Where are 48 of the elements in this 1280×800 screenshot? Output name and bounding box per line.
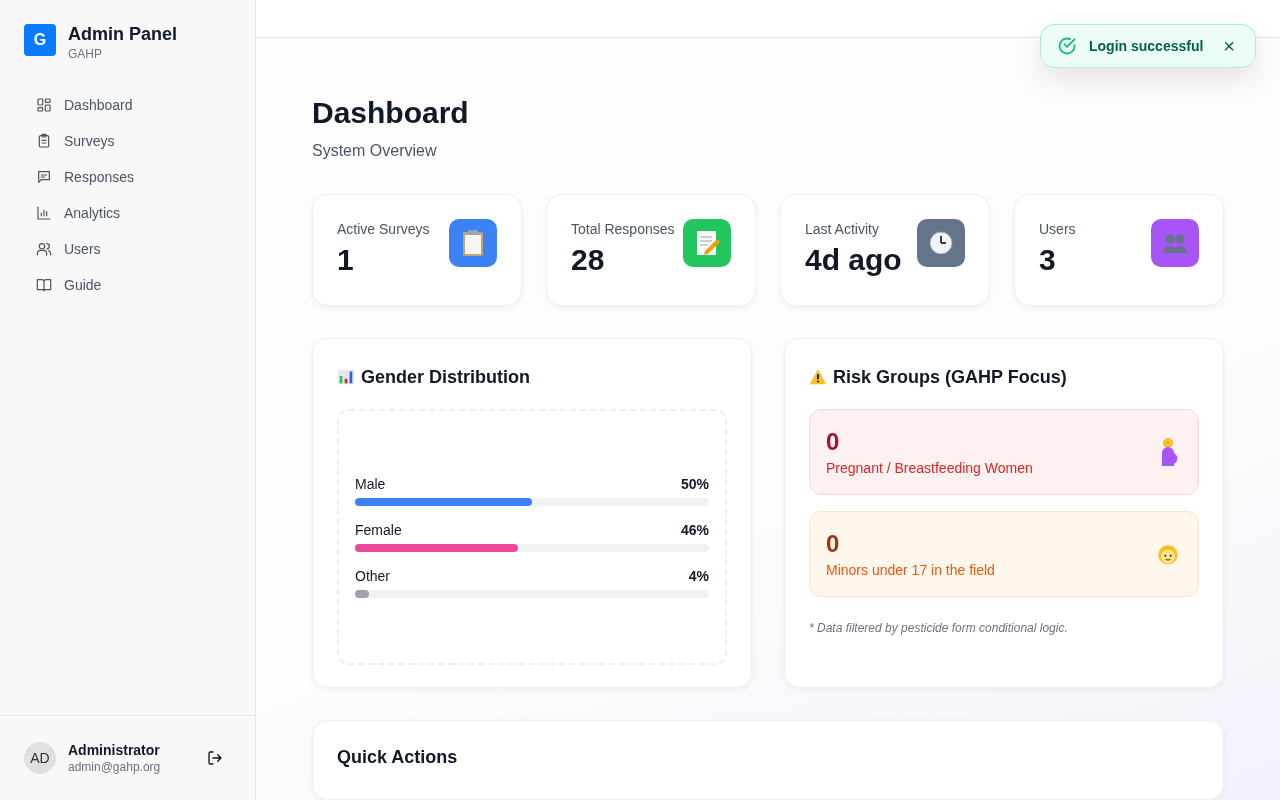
user-email: admin@gahp.org bbox=[68, 760, 162, 774]
stat-value: 4d ago bbox=[805, 243, 902, 277]
warning-icon bbox=[809, 368, 827, 386]
clipboard-icon bbox=[36, 133, 52, 149]
user-name: Administrator bbox=[68, 742, 161, 758]
stat-label: Last Activity bbox=[805, 221, 880, 237]
bar-label: Male bbox=[355, 476, 386, 492]
nav-item[interactable]: Guide bbox=[36, 267, 231, 303]
logout-icon[interactable] bbox=[207, 750, 223, 766]
logo-badge: G bbox=[24, 24, 56, 56]
message-icon bbox=[36, 169, 52, 185]
nav-item[interactable]: Surveys bbox=[36, 123, 231, 159]
bar-label: Other bbox=[355, 568, 390, 584]
bar-chart-icon bbox=[36, 205, 52, 221]
risk-count: 0 bbox=[826, 428, 841, 456]
book-icon bbox=[36, 277, 52, 293]
app-title: Admin Panel bbox=[68, 24, 178, 45]
nav-item[interactable]: Analytics bbox=[36, 195, 231, 231]
bar-percentage: 50% bbox=[680, 476, 709, 492]
app-subtitle: GAHP bbox=[68, 47, 103, 61]
stat-label: Total Responses bbox=[571, 221, 675, 237]
bar-percentage: 4% bbox=[688, 568, 709, 584]
check-circle-icon bbox=[1057, 36, 1077, 56]
grid-icon bbox=[36, 97, 52, 113]
section-title: Quick Actions bbox=[337, 747, 458, 767]
toast-message: Login successful bbox=[1089, 38, 1205, 54]
bar-chart-icon bbox=[337, 368, 355, 386]
stat-label: Users bbox=[1039, 221, 1076, 237]
risk-count: 0 bbox=[826, 530, 841, 558]
nav-item[interactable]: Responses bbox=[36, 159, 231, 195]
panel-title: Gender Distribution bbox=[361, 366, 530, 388]
stat-value: 1 bbox=[337, 243, 355, 277]
nav-item[interactable]: Dashboard bbox=[36, 87, 231, 123]
bar-percentage: 46% bbox=[680, 522, 709, 538]
page-title: Dashboard bbox=[312, 96, 470, 130]
stat-value: 28 bbox=[571, 243, 606, 277]
close-button[interactable]: × bbox=[1219, 36, 1239, 56]
risk-label: Minors under 17 in the field bbox=[826, 562, 995, 578]
nav-item[interactable]: Users bbox=[36, 231, 231, 267]
panel-title: Risk Groups (GAHP Focus) bbox=[833, 366, 1067, 388]
stat-label: Active Surveys bbox=[337, 221, 430, 237]
page-subtitle: System Overview bbox=[312, 142, 438, 160]
stat-value: 3 bbox=[1039, 243, 1057, 277]
footnote: * Data filtered by pesticide form conditional logic. bbox=[809, 621, 1069, 635]
risk-label: Pregnant / Breastfeeding Women bbox=[826, 460, 1033, 476]
users-icon bbox=[36, 241, 52, 257]
bar-label: Female bbox=[355, 522, 402, 538]
user-avatar: AD bbox=[24, 742, 56, 774]
